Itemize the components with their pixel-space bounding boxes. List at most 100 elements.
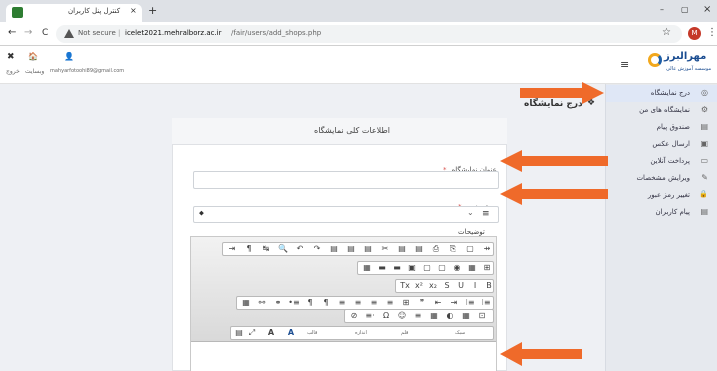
insert-button-icon[interactable]: ▦ [460,310,472,322]
paragraph-button-icon[interactable]: ≡ [352,297,364,309]
style-dropdown[interactable]: سبک [455,330,465,336]
editor-button-icon[interactable]: ⇥ [226,243,238,255]
back-button[interactable]: ← [8,27,16,38]
format-button-icon[interactable]: S [441,280,453,292]
paragraph-button-icon[interactable]: ⇥ [448,297,460,309]
editor-button-icon[interactable]: ▤ [328,243,340,255]
editor-button-icon[interactable]: ⎘ [447,243,459,255]
editor-button-icon[interactable]: ▢ [436,262,448,274]
sidebar-item-send-photo[interactable]: ارسال عکس ▣ [606,136,717,153]
sidebar-item-edit-profile[interactable]: ویرایش مشخصات ✎ [606,170,717,187]
paragraph-button-icon[interactable]: ⚯ [256,297,268,309]
paragraph-button-icon[interactable]: ⚭ [272,297,284,309]
format-dropdown[interactable]: قالب [307,330,317,336]
editor-button-icon[interactable]: ◉ [451,262,463,274]
editor-button-icon[interactable]: ▦ [361,262,373,274]
insert-button-icon[interactable]: Ω [380,310,392,322]
category-select[interactable]: ⬥ ⌄ ≡ [193,206,499,223]
editor-button-icon[interactable]: ⎙ [430,243,442,255]
editor-button-icon[interactable]: ✂ [379,243,391,255]
editor-button-icon[interactable]: ⊞ [481,262,493,274]
insert-button-icon[interactable]: ≡ [412,310,424,322]
editor-button-icon[interactable]: ▢ [464,243,476,255]
insert-button-icon[interactable]: ◐ [444,310,456,322]
editor-button-icon[interactable]: 🔍 [277,243,289,255]
sidebar-item-online-payment[interactable]: پرداخت آنلاین ▭ [606,153,717,170]
insert-button-icon[interactable]: ☺ [396,310,408,322]
paragraph-button-icon[interactable]: ≡ [384,297,396,309]
window-close-button[interactable]: × [703,4,711,15]
insert-button-icon[interactable]: ≡· [364,310,376,322]
format-button-icon[interactable]: x₂ [427,280,439,292]
editor-button-icon[interactable]: ▬ [376,262,388,274]
editor-button-icon[interactable]: ▤ [396,243,408,255]
editor-button-icon[interactable]: ↷ [311,243,323,255]
paragraph-button-icon[interactable]: ⁝≡ [464,297,476,309]
sidebar-item-my-exhibitions[interactable]: نمایشگاه های من ⚙ [606,102,717,119]
paragraph-button-icon[interactable]: ▦ [240,297,252,309]
home-icon[interactable]: 🏠 [28,52,38,61]
editor-content-area[interactable] [191,343,496,371]
template-icon[interactable]: ▤ [233,327,245,339]
paragraph-button-icon[interactable]: •≡ [288,297,300,309]
paragraph-button-icon[interactable]: ⇤ [432,297,444,309]
editor-button-icon[interactable]: ↶ [294,243,306,255]
tab-close-icon[interactable]: × [130,6,137,15]
editor-button-icon[interactable]: ▤ [345,243,357,255]
paragraph-button-icon[interactable]: ¶ [320,297,332,309]
paragraph-button-icon[interactable]: ≡ [336,297,348,309]
exit-link[interactable]: خروج [6,68,20,75]
bookmark-star-icon[interactable]: ☆ [662,27,671,38]
chevron-down-icon: ⌄ [467,208,474,217]
sidebar-item-insert-exhibition[interactable]: درج نمایشگاه ◎ [606,85,717,102]
editor-button-icon[interactable]: ⇸ [481,243,493,255]
paragraph-button-icon[interactable]: ⁝≡ [480,297,492,309]
insert-button-icon[interactable]: ▦ [428,310,440,322]
format-button-icon[interactable]: Tx [399,280,411,292]
forward-button[interactable]: → [24,27,32,38]
paragraph-button-icon[interactable]: ≡ [368,297,380,309]
font-dropdown[interactable]: قلم [401,330,408,336]
insert-button-icon[interactable]: ⊘ [348,310,360,322]
exhibition-title-input[interactable] [193,171,499,189]
profile-avatar[interactable]: M [688,27,701,40]
sidebar-item-user-messages[interactable]: پیام کاربران ▤ [606,204,717,221]
sidebar-item-inbox[interactable]: صندوق پیام ▤ [606,119,717,136]
insert-button-icon[interactable]: ⊡ [476,310,488,322]
maximize-icon[interactable]: ⤢ [246,327,258,339]
size-dropdown[interactable]: اندازه [355,330,367,336]
editor-button-icon[interactable]: ▤ [362,243,374,255]
editor-button-icon[interactable]: ▦ [466,262,478,274]
caret-icon: ⬥ [199,209,204,217]
format-button-icon[interactable]: B [483,280,495,292]
editor-button-icon[interactable]: ↹ [260,243,272,255]
reload-button[interactable]: C [42,28,48,38]
close-icon[interactable]: ✖ [7,52,15,62]
new-tab-button[interactable]: + [148,4,157,17]
site-link[interactable]: وبسایت [25,68,44,75]
paragraph-button-icon[interactable]: ⊞ [400,297,412,309]
url-path: /fair/users/add_shops.php [231,29,322,37]
bg-color-button[interactable]: A [265,327,277,339]
format-button-icon[interactable]: U [455,280,467,292]
editor-button-icon[interactable]: ▬ [391,262,403,274]
font-color-button[interactable]: A [285,327,297,339]
sidebar-item-change-password[interactable]: تغییر رمز عبور 🔒 [606,187,717,204]
paragraph-button-icon[interactable]: ❞ [416,297,428,309]
browser-menu-icon[interactable]: ⋮ [707,27,717,38]
address-bar[interactable]: Not secure | icelet2021.mehralborz.ac.ir… [56,25,682,43]
editor-button-icon[interactable]: ¶ [243,243,255,255]
hamburger-menu-icon[interactable]: ≡ [620,58,629,71]
window-minimize-button[interactable]: – [660,5,664,14]
editor-button-icon[interactable]: ▤ [413,243,425,255]
editor-row-1: ⇥ ¶ ↹ 🔍 ↶ ↷ ▤ ▤ ▤ ✂ ▤ ▤ ⎙ ⎘ ▢ ⇸ [222,242,494,256]
format-button-icon[interactable]: I [469,280,481,292]
window-maximize-button[interactable]: ▢ [681,5,689,14]
editor-button-icon[interactable]: ▣ [406,262,418,274]
editor-row-2: ▦ ▬ ▬ ▣ ▢ ▢ ◉ ▦ ⊞ [357,261,494,275]
browser-tab[interactable]: کنترل پنل کاربران × [6,4,142,22]
format-button-icon[interactable]: x² [413,280,425,292]
paragraph-button-icon[interactable]: ¶ [304,297,316,309]
user-icon[interactable]: 👤 [64,52,74,61]
editor-button-icon[interactable]: ▢ [421,262,433,274]
